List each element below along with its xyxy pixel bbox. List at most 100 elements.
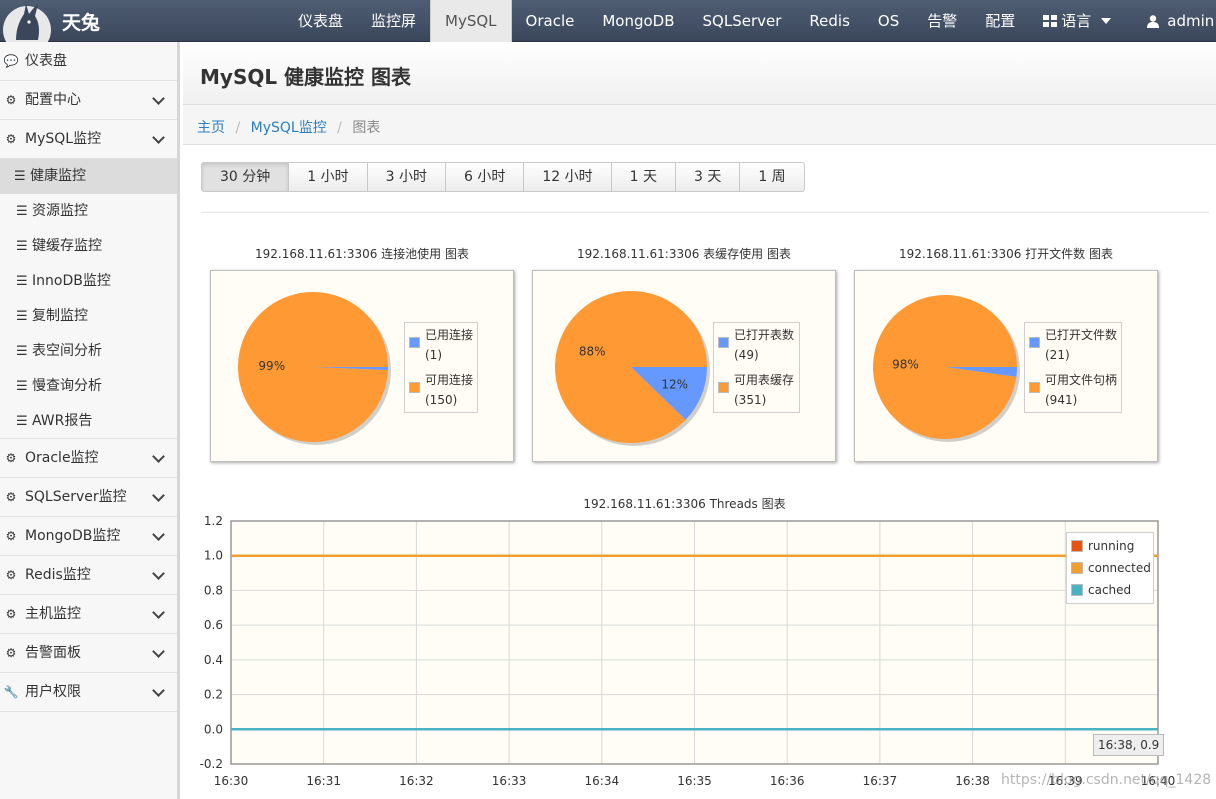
y-tick-label: 0.2 [204, 688, 223, 702]
nav-language[interactable]: 语言 [1029, 0, 1125, 42]
nav-oracle[interactable]: Oracle [512, 0, 589, 42]
chevron-down-icon [152, 489, 165, 502]
legend-entry: 可用表缓存 (351) [718, 370, 795, 410]
sidebar-sub-awr[interactable]: ☰ AWR报告 [0, 404, 177, 439]
legend-entry: 可用文件句柄 (941) [1029, 370, 1117, 410]
y-tick-label: 1.0 [204, 549, 223, 563]
legend-entry: connected [1071, 557, 1151, 579]
sidebar-sub-key-cache[interactable]: ☰ 键缓存监控 [0, 229, 177, 264]
sidebar-item-config-center[interactable]: ⚙ 配置中心 [0, 81, 177, 120]
dashboard-icon: ⚙ [5, 132, 17, 146]
dashboard-icon: ⚙ [5, 451, 17, 465]
legend-label: 可用连接 [425, 373, 474, 387]
legend-swatch [409, 382, 420, 393]
range-3h-button[interactable]: 3 小时 [367, 162, 446, 192]
chevron-down-icon [152, 92, 165, 105]
breadcrumb-separator: / [337, 120, 342, 136]
range-6h-button[interactable]: 6 小时 [445, 162, 525, 192]
sidebar-item-label: SQLServer监控 [25, 489, 127, 505]
sidebar-item-sqlserver[interactable]: ⚙ SQLServer监控 [0, 478, 177, 517]
range-1d-button[interactable]: 1 天 [611, 162, 676, 192]
language-label: 语言 [1061, 12, 1092, 30]
sidebar-sub-health[interactable]: ☰ 健康监控 [0, 159, 177, 194]
sidebar-sub-resource[interactable]: ☰ 资源监控 [0, 194, 177, 229]
chevron-down-icon [152, 684, 165, 697]
line-legend: running connected cached [1066, 532, 1154, 604]
legend-entry: 已打开文件数 (21) [1029, 325, 1117, 365]
pie-chart-title: 192.168.11.61:3306 表缓存使用 图表 [576, 247, 791, 261]
top-navbar: 天兔 仪表盘 监控屏 MySQL Oracle MongoDB SQLServe… [0, 0, 1216, 42]
pie-slice [555, 291, 707, 443]
brand[interactable]: 天兔 [0, 0, 178, 42]
list-icon: ☰ [14, 169, 26, 184]
nav-user[interactable]: admin [1125, 0, 1216, 42]
user-name: admin [1167, 12, 1215, 30]
nav-alarm[interactable]: 告警 [913, 0, 971, 42]
sidebar-item-host[interactable]: ⚙ 主机监控 [0, 595, 177, 634]
sidebar-item-user-permission[interactable]: 🔧 用户权限 [0, 673, 177, 712]
chevron-down-icon [152, 606, 165, 619]
grid-icon [1043, 15, 1058, 27]
sidebar-item-oracle[interactable]: ⚙ Oracle监控 [0, 439, 177, 478]
sidebar-sub-label: 健康监控 [30, 168, 86, 184]
nav-os[interactable]: OS [864, 0, 913, 42]
nav-sqlserver[interactable]: SQLServer [689, 0, 796, 42]
breadcrumb-separator: / [235, 120, 241, 136]
nav-dashboard[interactable]: 仪表盘 [284, 0, 357, 42]
sidebar-item-label: 用户权限 [25, 684, 81, 700]
sidebar-sub-label: 表空间分析 [32, 343, 102, 359]
rabbit-logo-icon [3, 4, 51, 42]
nav-mysql[interactable]: MySQL [430, 0, 512, 42]
comment-icon: 💬 [3, 54, 19, 68]
dashboard-icon: ⚙ [5, 646, 17, 660]
list-icon: ☰ [16, 239, 28, 254]
sidebar-sub-label: 复制监控 [32, 308, 88, 324]
sidebar-item-alarm[interactable]: ⚙ 告警面板 [0, 634, 177, 673]
sidebar-sub-slow-query[interactable]: ☰ 慢查询分析 [0, 369, 177, 404]
range-12h-button[interactable]: 12 小时 [524, 162, 612, 192]
list-icon: ☰ [16, 204, 28, 219]
legend-swatch [1029, 382, 1040, 393]
legend-swatch [1029, 337, 1040, 348]
x-tick-label: 16:32 [399, 774, 434, 788]
x-tick-label: 16:35 [677, 774, 712, 788]
pie-chart-title: 192.168.11.61:3306 连接池使用 图表 [254, 247, 469, 261]
range-1w-button[interactable]: 1 周 [740, 162, 805, 192]
range-3d-button[interactable]: 3 天 [675, 162, 741, 192]
legend-label: cached [1088, 583, 1132, 597]
main-nav: 仪表盘 监控屏 MySQL Oracle MongoDB SQLServer R… [284, 0, 1216, 42]
sidebar-sub-tablespace[interactable]: ☰ 表空间分析 [0, 334, 177, 369]
main-content: MySQL 健康监控 图表 主页 / MySQL监控 / 图表 30 分钟 1 … [183, 42, 1216, 799]
sidebar-item-redis[interactable]: ⚙ Redis监控 [0, 556, 177, 595]
nav-config[interactable]: 配置 [971, 0, 1029, 42]
sidebar-item-dashboard[interactable]: 💬 仪表盘 [0, 42, 177, 81]
breadcrumb-home[interactable]: 主页 [197, 120, 225, 136]
y-tick-label: 0.6 [204, 618, 223, 632]
sidebar-sub-innodb[interactable]: ☰ InnoDB监控 [0, 264, 177, 299]
nav-mongodb[interactable]: MongoDB [588, 0, 688, 42]
sidebar-sub-label: AWR报告 [32, 413, 93, 429]
sidebar-sub-replication[interactable]: ☰ 复制监控 [0, 299, 177, 334]
breadcrumb-mysql[interactable]: MySQL监控 [251, 120, 327, 136]
dashboard-icon: ⚙ [5, 529, 17, 543]
x-tick-label: 16:31 [306, 774, 341, 788]
range-1h-button[interactable]: 1 小时 [289, 162, 368, 192]
sidebar-item-label: 仪表盘 [25, 53, 67, 69]
sidebar-sub-label: 慢查询分析 [32, 378, 102, 394]
legend-label: running [1088, 539, 1135, 553]
legend-label: connected [1088, 561, 1151, 575]
range-30m-button[interactable]: 30 分钟 [201, 162, 290, 192]
sidebar-item-label: MySQL监控 [25, 131, 102, 147]
sidebar-item-mongodb[interactable]: ⚙ MongoDB监控 [0, 517, 177, 556]
pie-slice-label: 12% [661, 378, 688, 392]
legend-swatch [1071, 562, 1083, 574]
sidebar-item-mysql[interactable]: ⚙ MySQL监控 [0, 120, 177, 159]
list-icon: ☰ [16, 309, 28, 324]
sidebar-sub-label: InnoDB监控 [32, 273, 111, 289]
threads-line-chart: 1.2 1.0 0.8 0.6 0.4 0.2 0.0 -0.2 16:30 16:31 16:32… [200, 514, 1176, 788]
legend-entry: cached [1071, 579, 1151, 601]
nav-monitor-screen[interactable]: 监控屏 [357, 0, 430, 42]
pie-legend: 已用连接 (1) 可用连接 (150) [404, 322, 478, 413]
dashboard-icon: ⚙ [5, 568, 17, 582]
nav-redis[interactable]: Redis [795, 0, 863, 42]
